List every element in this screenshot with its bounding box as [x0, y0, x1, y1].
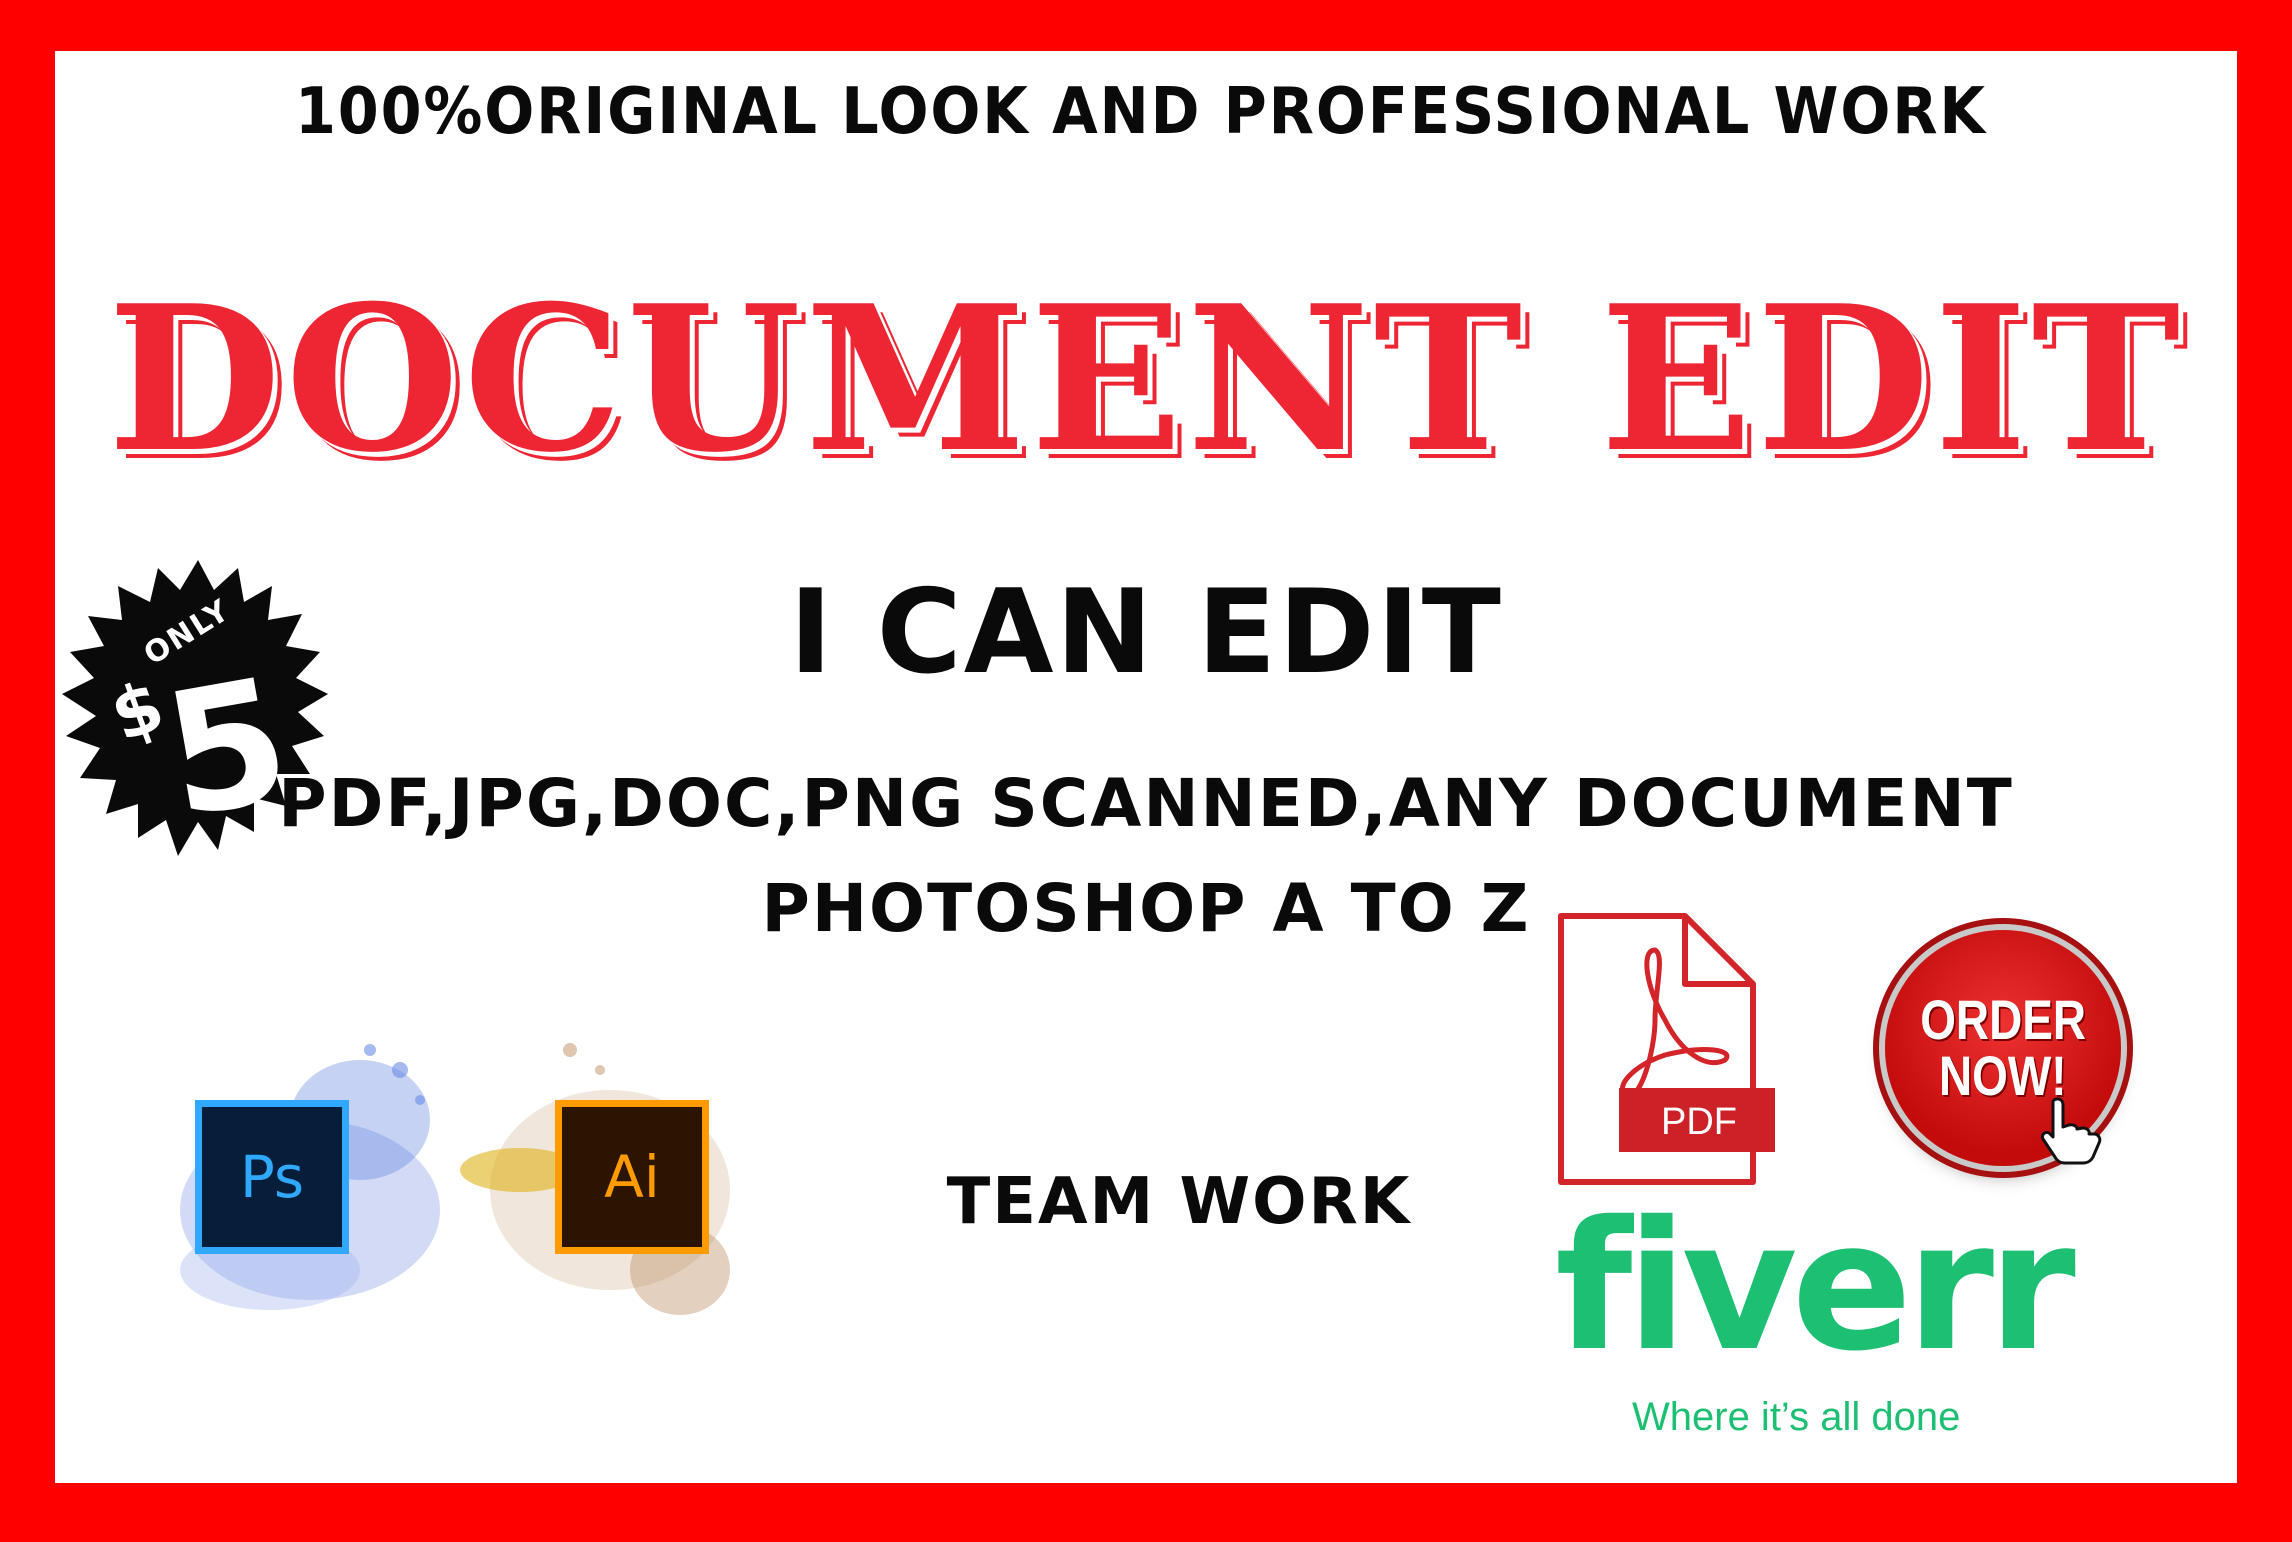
photoshop-line: PHOTOSHOP A TO Z: [761, 870, 1531, 947]
fiverr-tagline: Where it’s all done: [1632, 1395, 1961, 1439]
order-line-1: ORDER: [1920, 988, 2086, 1051]
headline: DOCUMENT EDIT: [107, 262, 2185, 497]
pdf-file-icon: PDF: [1558, 913, 1775, 1185]
order-now-button[interactable]: ORDER NOW!: [1885, 930, 2121, 1166]
formats-line: PDF,JPG,DOC,PNG SCANNED,ANY DOCUMENT: [278, 765, 2014, 842]
subhead: I CAN EDIT: [789, 565, 1503, 700]
fiverr-logo: fiverr: [1555, 1183, 2076, 1390]
illustrator-icon: Ai: [555, 1100, 709, 1254]
pdf-icon-label: PDF: [1661, 1101, 1737, 1143]
price-badge: ONLY $ 5: [58, 560, 338, 880]
tagline: 100%ORIGINAL LOOK AND PROFESSIONAL WORK: [295, 75, 1987, 149]
pointing-hand-icon: [2041, 1097, 2102, 1165]
photoshop-icon: Ps: [195, 1100, 349, 1254]
